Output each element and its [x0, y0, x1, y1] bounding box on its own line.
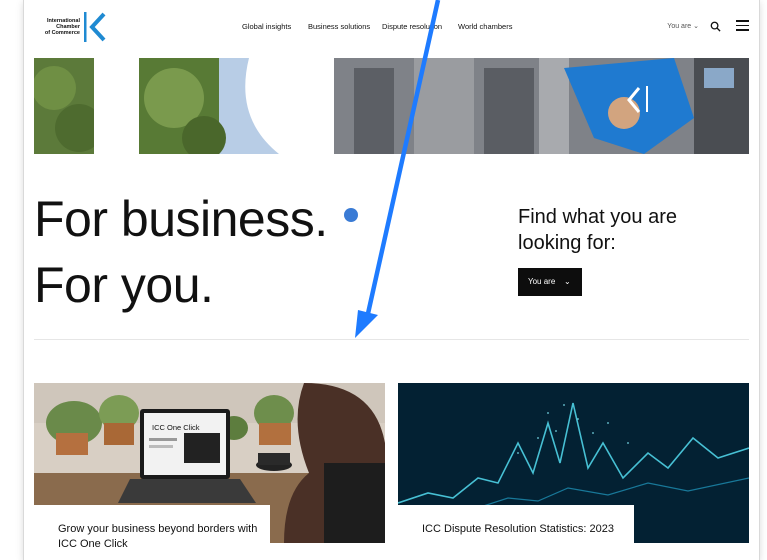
hamburger-menu-icon[interactable] [736, 20, 749, 31]
card-caption: Grow your business beyond borders with I… [34, 505, 270, 560]
you-are-select-button[interactable]: You are ⌄ [518, 268, 582, 296]
nav-global-insights[interactable]: Global insights [242, 22, 291, 31]
hero-headline: For business. For you. [34, 191, 328, 313]
you-are-dropdown[interactable]: You are ⌄ [667, 22, 699, 30]
card-image-label: ICC One Click [152, 423, 200, 432]
hero-banner-image [34, 58, 749, 154]
section-divider [34, 339, 749, 340]
accent-dot-icon [344, 208, 358, 222]
card-title[interactable]: ICC Dispute Resolution Statistics: 2023 [422, 522, 622, 537]
find-prompt: Find what you are looking for: [518, 206, 677, 254]
chevron-down-icon: ⌄ [693, 23, 699, 30]
nav-dispute-resolution[interactable]: Dispute resolution [382, 22, 442, 31]
icc-logo[interactable]: International Chamber of Commerce [34, 10, 106, 46]
card-caption: ICC Dispute Resolution Statistics: 2023 [398, 505, 634, 560]
chevron-down-icon: ⌄ [564, 277, 571, 286]
card-title[interactable]: Grow your business beyond borders with I… [58, 522, 258, 552]
nav-world-chambers[interactable]: World chambers [458, 22, 512, 31]
browser-page: International Chamber of Commerce Global… [24, 0, 759, 560]
nav-business-solutions[interactable]: Business solutions [308, 22, 370, 31]
logo-text: International Chamber of Commerce [44, 18, 80, 36]
search-icon[interactable] [710, 21, 721, 32]
card-dispute-statistics[interactable]: ICC Dispute Resolution Statistics: 2023 [398, 383, 749, 560]
card-icc-one-click[interactable]: ICC One Click Grow your business beyond … [34, 383, 385, 560]
site-header: International Chamber of Commerce Global… [24, 0, 759, 56]
icc-logo-mark-icon [84, 12, 106, 42]
hero-photo [34, 58, 749, 154]
